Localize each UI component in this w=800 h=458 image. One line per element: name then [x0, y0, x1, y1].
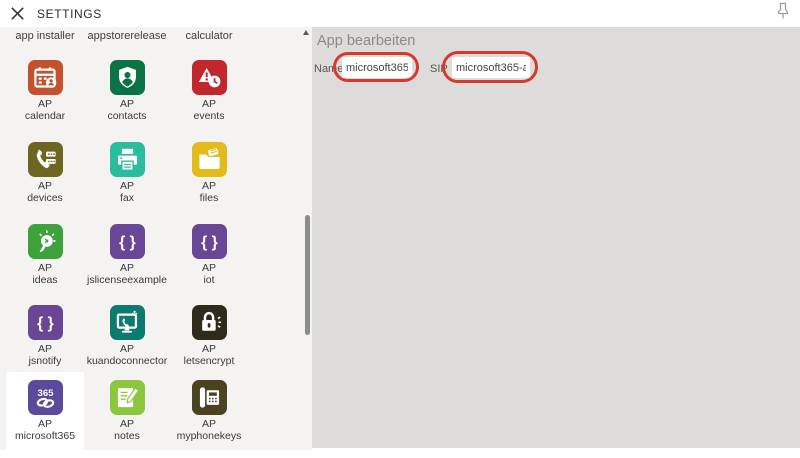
- padlock-icon: [192, 305, 227, 340]
- app-tile-label: APfiles: [168, 180, 250, 204]
- note-pencil-icon: [110, 380, 145, 415]
- svg-text:{ }: { }: [119, 234, 136, 251]
- app-tile-label: APnotes: [86, 418, 168, 442]
- alert-clock-icon: [192, 60, 227, 95]
- app-tile-label: APcontacts: [86, 98, 168, 122]
- folder-icon: [192, 142, 227, 177]
- app-tile-jslicenseexample[interactable]: { } APjslicenseexample: [86, 224, 168, 286]
- app-tile-myphonekeys[interactable]: APmyphonekeys: [168, 380, 250, 442]
- close-icon[interactable]: [9, 5, 26, 22]
- app-tile-fax[interactable]: APfax: [86, 142, 168, 204]
- app-tile-iot[interactable]: { } APiot: [168, 224, 250, 286]
- calendar-icon: [28, 60, 63, 95]
- name-input[interactable]: [342, 57, 412, 78]
- braces-icon: { }: [192, 224, 227, 259]
- app-tile-contacts[interactable]: APcontacts: [86, 60, 168, 122]
- app-tile-label: APmicrosoft365: [4, 418, 86, 442]
- app-tile-letsencrypt[interactable]: APletsencrypt: [168, 305, 250, 367]
- app-tile-notes[interactable]: APnotes: [86, 380, 168, 442]
- monitor-phone-icon: [110, 305, 145, 340]
- partial-app-label[interactable]: app installer: [4, 30, 86, 42]
- app-tile-devices[interactable]: APdevices: [4, 142, 86, 204]
- svg-text:{ }: { }: [201, 234, 218, 251]
- braces-icon: { }: [28, 305, 63, 340]
- partial-app-label[interactable]: calculator: [168, 30, 250, 42]
- lightbulb-icon: [28, 224, 63, 259]
- app-tile-kuandoconnector[interactable]: APkuandoconnector: [86, 305, 168, 367]
- app-tile-microsoft365[interactable]: 365 APmicrosoft365: [4, 380, 86, 442]
- app-tile-label: APdevices: [4, 180, 86, 204]
- app-tile-jsnotify[interactable]: { } APjsnotify: [4, 305, 86, 367]
- settings-window: SETTINGS app installer appstorerelease c…: [0, 0, 800, 458]
- app-tile-label: APevents: [168, 98, 250, 122]
- ms365-link-icon: 365: [28, 380, 63, 415]
- app-tile-calendar[interactable]: APcalendar: [4, 60, 86, 122]
- phone-lines-icon: [28, 142, 63, 177]
- app-tile-files[interactable]: APfiles: [168, 142, 250, 204]
- sip-input[interactable]: [452, 57, 530, 78]
- partial-app-label[interactable]: appstorerelease: [86, 30, 168, 42]
- app-tile-label: APjsnotify: [4, 343, 86, 367]
- name-field-label: Name: [314, 63, 343, 75]
- apps-scrollbar[interactable]: [300, 27, 312, 450]
- app-tile-events[interactable]: APevents: [168, 60, 250, 122]
- app-tile-ideas[interactable]: APideas: [4, 224, 86, 286]
- sip-field-label: SIP: [430, 63, 448, 75]
- fax-printer-icon: [110, 142, 145, 177]
- app-tile-label: APmyphonekeys: [168, 418, 250, 442]
- topbar: SETTINGS: [0, 0, 800, 27]
- app-tile-label: APideas: [4, 262, 86, 286]
- app-tile-label: APkuandoconnector: [86, 343, 168, 367]
- desk-phone-icon: [192, 380, 227, 415]
- scroll-up-icon[interactable]: [303, 30, 309, 35]
- app-tile-label: APiot: [168, 262, 250, 286]
- shield-contact-icon: [110, 60, 145, 95]
- svg-text:{ }: { }: [37, 315, 54, 332]
- apps-panel: app installer appstorerelease calculator…: [0, 27, 312, 450]
- edit-app-panel: App bearbeiten Name SIP: [312, 27, 800, 448]
- scrollbar-thumb[interactable]: [305, 215, 310, 335]
- app-tile-label: APjslicenseexample: [86, 262, 168, 286]
- app-tile-label: APcalendar: [4, 98, 86, 122]
- braces-icon: { }: [110, 224, 145, 259]
- app-tile-label: APletsencrypt: [168, 343, 250, 367]
- page-title: SETTINGS: [37, 7, 102, 21]
- app-tile-label: APfax: [86, 180, 168, 204]
- svg-text:365: 365: [37, 388, 54, 399]
- pin-icon[interactable]: [776, 2, 790, 20]
- edit-panel-title: App bearbeiten: [317, 33, 415, 49]
